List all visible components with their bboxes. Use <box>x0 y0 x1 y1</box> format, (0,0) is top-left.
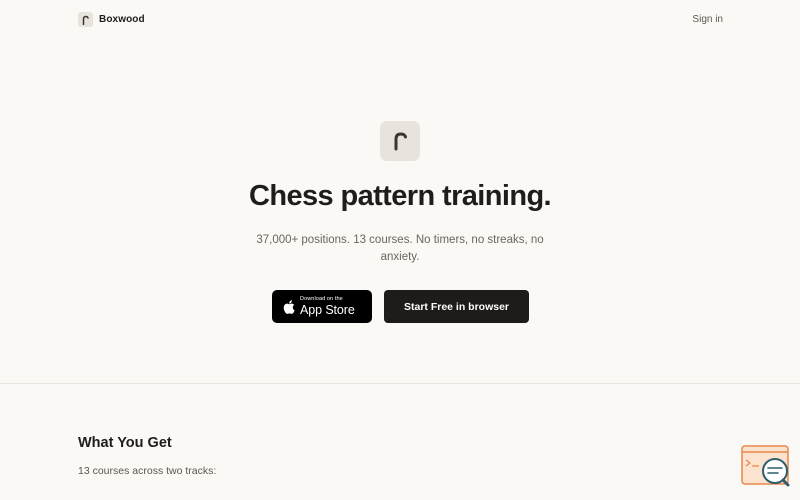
app-store-label: App Store <box>300 302 355 317</box>
brand-link[interactable]: Boxwood <box>78 12 145 27</box>
help-widget-icon[interactable] <box>741 445 791 489</box>
section-divider <box>0 383 800 384</box>
knight-logo-icon <box>78 12 93 27</box>
app-store-small-label: Download on the <box>300 296 343 302</box>
app-store-text: Download on the App Store <box>300 296 355 317</box>
hero-logo-icon <box>380 121 420 161</box>
section-title: What You Get <box>78 435 172 451</box>
page: Boxwood Sign in Chess pattern training. … <box>0 0 800 500</box>
apple-icon <box>283 299 295 314</box>
section-subtitle: 13 courses across two tracks: <box>78 465 217 477</box>
app-store-button[interactable]: Download on the App Store <box>272 290 372 323</box>
hero-title: Chess pattern training. <box>248 180 552 212</box>
start-free-button[interactable]: Start Free in browser <box>384 290 529 323</box>
hero-subtitle: 37,000+ positions. 13 courses. No timers… <box>256 234 544 263</box>
signin-link[interactable]: Sign in <box>692 14 723 25</box>
header: Boxwood Sign in <box>0 0 800 40</box>
brand-name: Boxwood <box>99 14 145 25</box>
